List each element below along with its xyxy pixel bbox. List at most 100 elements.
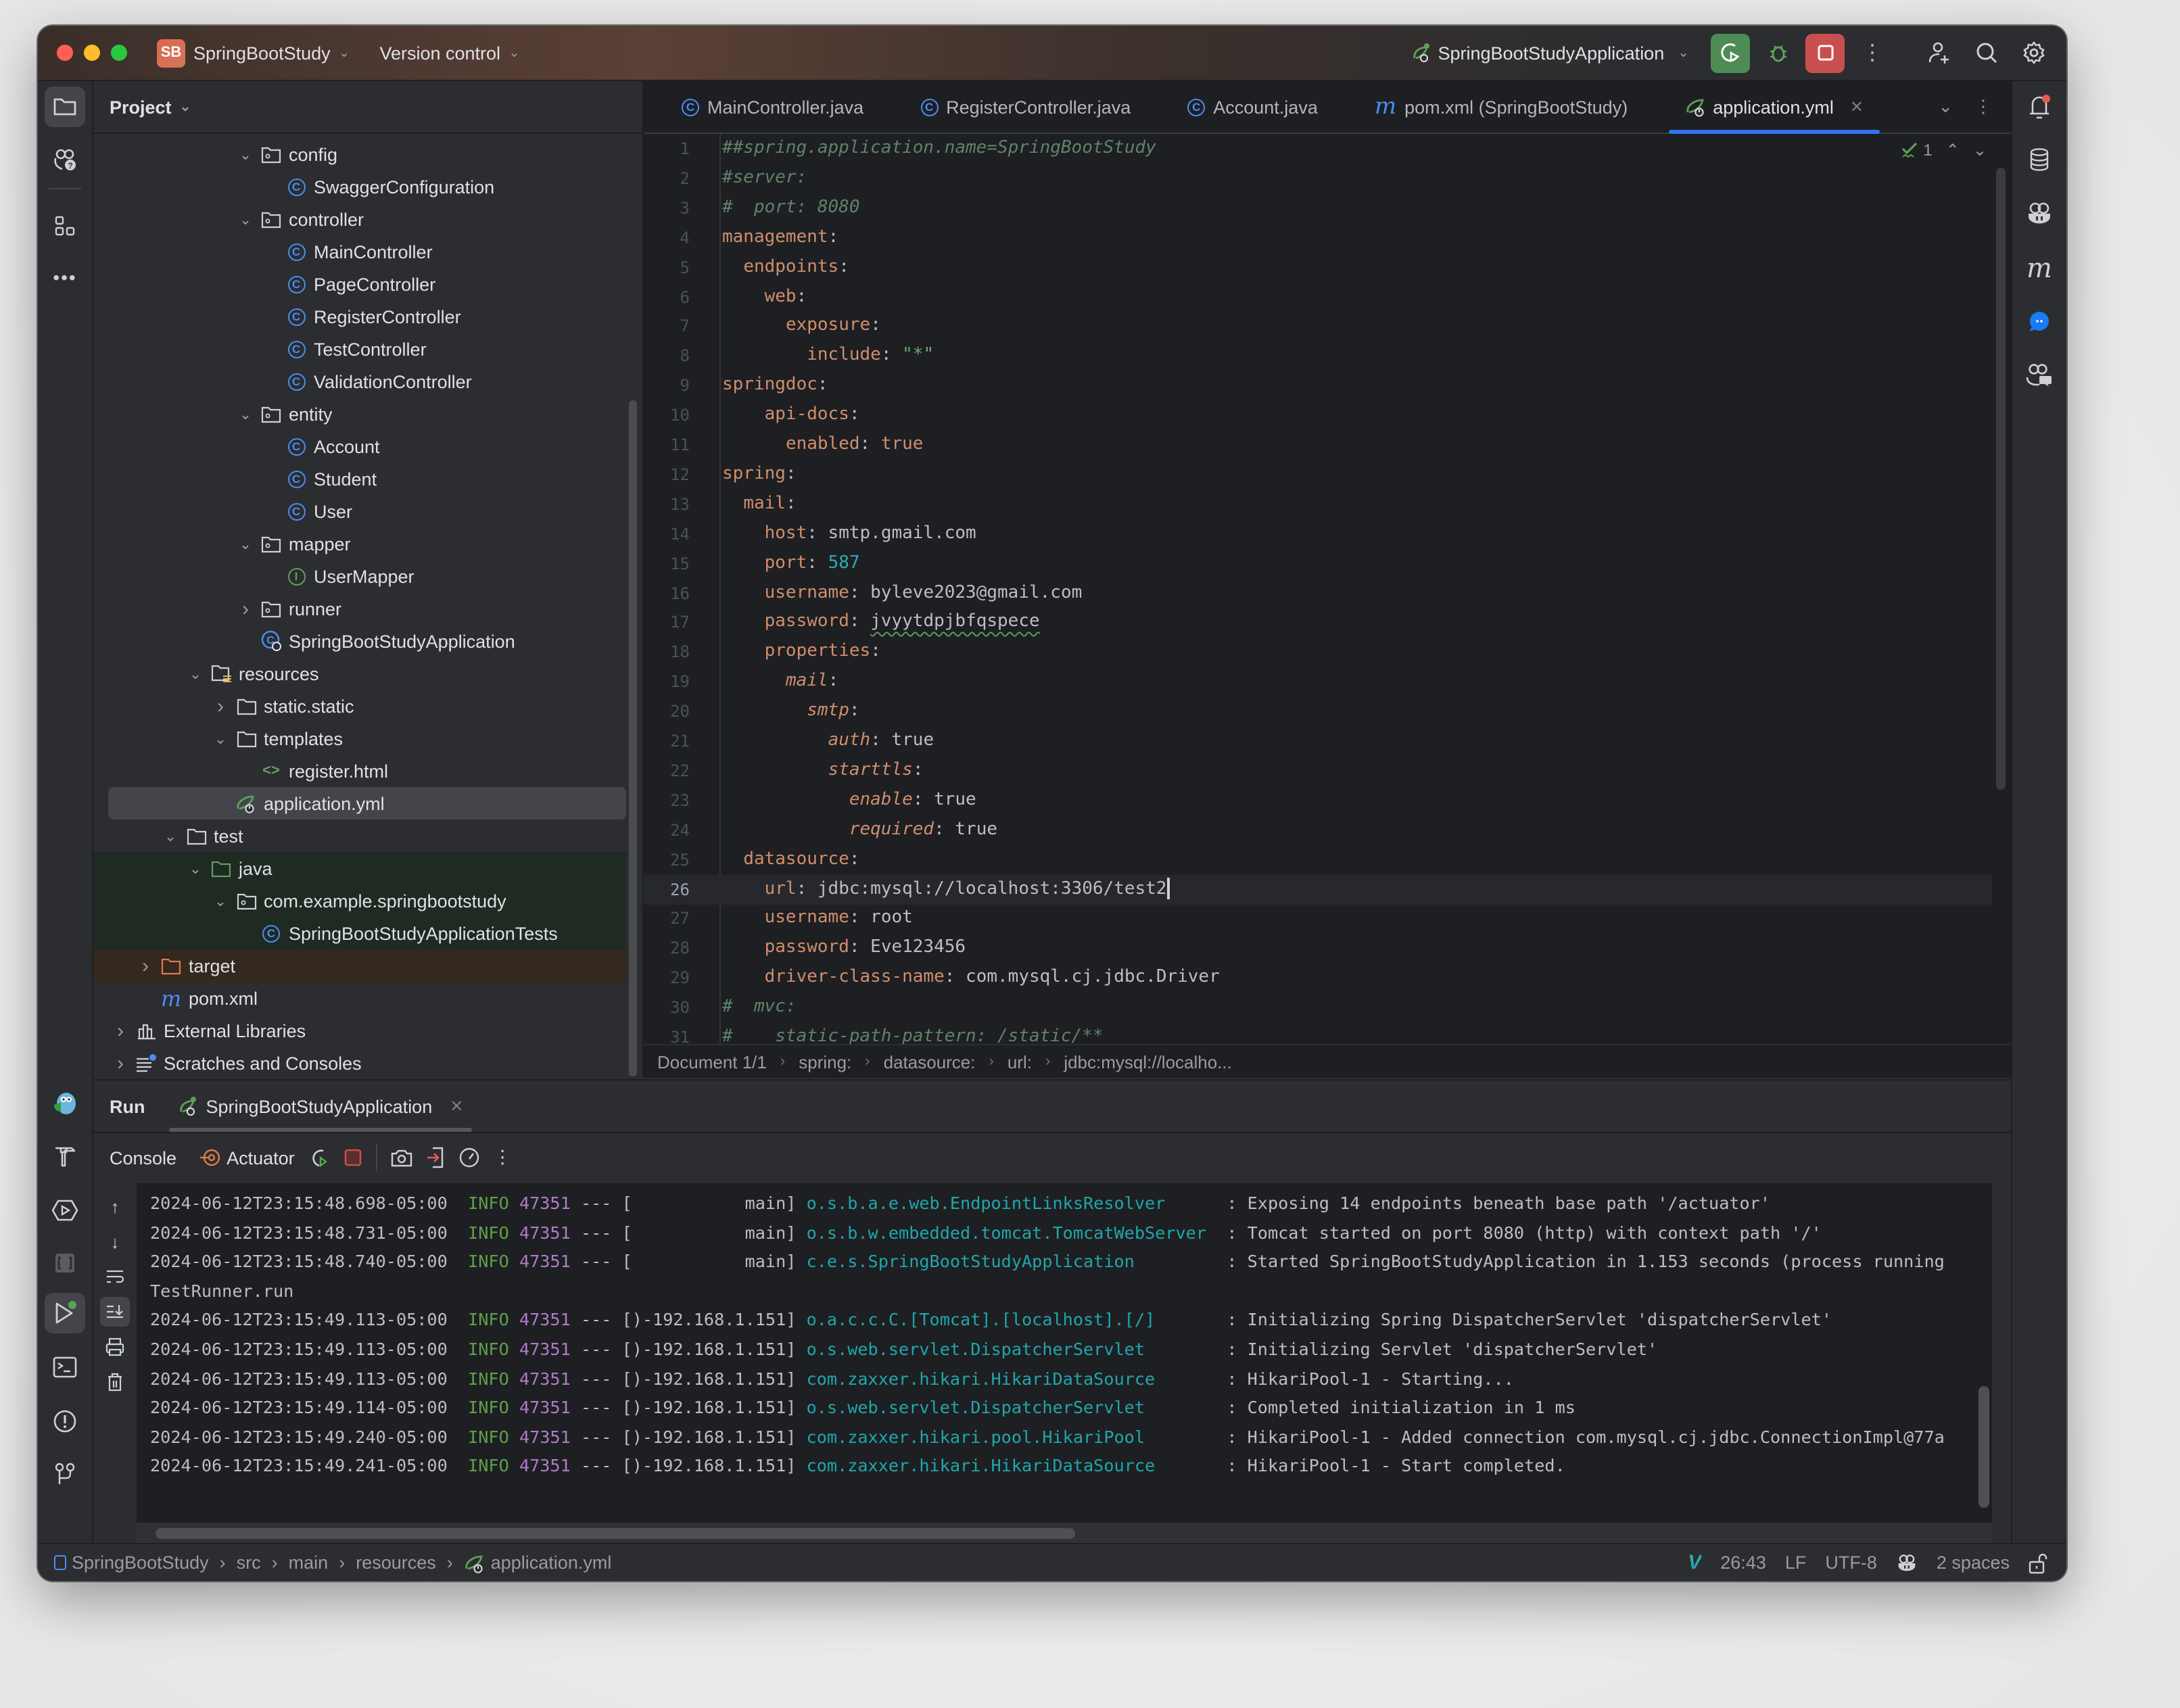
chevron-down-icon[interactable]: ⌄ xyxy=(211,730,230,747)
console-vertical-scrollbar[interactable] xyxy=(1978,1386,1989,1508)
tab-pom-xml-springbootstudy[interactable]: m pom.xml (SpringBootStudy) xyxy=(1358,81,1644,133)
stop-button[interactable] xyxy=(343,1148,362,1167)
path-item[interactable]: application.yml xyxy=(491,1552,612,1573)
code-with-me-button[interactable] xyxy=(1919,33,1958,72)
project-panel-header[interactable]: Project ⌄ xyxy=(93,81,642,134)
project-switcher[interactable]: SpringBootStudy xyxy=(193,43,331,63)
run-tab[interactable]: SpringBootStudyApplication ✕ xyxy=(169,1081,473,1132)
more-actions-button[interactable]: ⋮ xyxy=(1853,33,1892,72)
tree-item[interactable]: ⌄ resources xyxy=(93,657,626,690)
screenshot-button[interactable] xyxy=(391,1148,412,1167)
path-item[interactable]: SpringBootStudy xyxy=(72,1552,209,1573)
minimize-window-button[interactable] xyxy=(84,45,100,61)
chevron-right-icon[interactable]: › xyxy=(111,1019,130,1042)
breadcrumb-item[interactable]: jdbc:mysql://localho... xyxy=(1064,1051,1232,1072)
tree-item[interactable]: <> register.html xyxy=(93,755,626,787)
actuator-tab[interactable]: Actuator xyxy=(198,1147,295,1168)
line-separator[interactable]: LF xyxy=(1785,1552,1807,1573)
tab-application-yml[interactable]: application.yml ✕ xyxy=(1668,81,1880,134)
services-tool-button[interactable] xyxy=(45,1190,85,1231)
tree-item[interactable]: C PageController xyxy=(93,268,626,300)
tree-item[interactable]: › target xyxy=(93,949,626,982)
copilot-button[interactable] xyxy=(2019,193,2060,234)
scroll-up-button[interactable]: ↑ xyxy=(100,1191,130,1221)
tree-item[interactable]: application.yml xyxy=(108,787,626,820)
gopher-plugin-button[interactable] xyxy=(45,1083,85,1124)
tree-item[interactable]: C User xyxy=(93,495,626,527)
tab-account-java[interactable]: C Account.java xyxy=(1171,81,1334,133)
tree-item[interactable]: C ValidationController xyxy=(93,365,626,398)
tree-item[interactable]: ⌄ templates xyxy=(93,722,626,755)
tree-item[interactable]: › runner xyxy=(93,592,626,625)
soft-wrap-button[interactable] xyxy=(100,1262,130,1291)
tree-item[interactable]: C TestController xyxy=(93,333,626,365)
file-encoding[interactable]: UTF-8 xyxy=(1825,1552,1877,1573)
terminal-tool-button[interactable] xyxy=(45,1347,85,1387)
breadcrumb-item[interactable]: datasource: xyxy=(884,1051,976,1072)
run-config-selector[interactable]: SpringBootStudyApplication ⌄ xyxy=(1411,42,1689,64)
more-vertical-icon[interactable]: ⋮ xyxy=(494,1147,512,1168)
console-horizontal-scrollbar[interactable] xyxy=(156,1528,1075,1539)
tree-item[interactable]: C MainController xyxy=(93,235,626,268)
endpoints-tool-button[interactable] xyxy=(45,1243,85,1283)
close-tab-button[interactable]: ✕ xyxy=(1850,97,1864,116)
notifications-button[interactable] xyxy=(2019,87,2060,127)
tree-item[interactable]: C SpringBootStudyApplication xyxy=(93,625,626,657)
tree-item[interactable]: ⌄ com.example.springbootstudy xyxy=(93,884,626,917)
run-tool-button[interactable] xyxy=(45,1293,85,1333)
tree-item[interactable]: ⌄ entity xyxy=(93,398,626,430)
scroll-to-end-button[interactable] xyxy=(100,1297,130,1327)
copilot-chat-button[interactable] xyxy=(2019,354,2060,395)
ai-assistant-help-button[interactable]: ? xyxy=(45,139,85,180)
tree-item[interactable]: C SwaggerConfiguration xyxy=(93,170,626,203)
caret-position[interactable]: 26:43 xyxy=(1720,1552,1766,1573)
tree-item[interactable]: m pom.xml xyxy=(93,982,626,1014)
build-tool-button[interactable] xyxy=(45,1136,85,1177)
tree-item[interactable]: ⌄ controller xyxy=(93,203,626,235)
console-tab[interactable]: Console xyxy=(110,1147,176,1168)
project-tool-button[interactable] xyxy=(45,87,85,127)
chevron-right-icon[interactable]: › xyxy=(236,597,255,620)
maven-tool-button[interactable]: m xyxy=(2019,247,2060,288)
debug-button[interactable] xyxy=(1758,33,1797,72)
scroll-down-button[interactable]: ↓ xyxy=(100,1227,130,1256)
chevron-down-icon[interactable]: ⌄ xyxy=(186,665,205,682)
tab-registercontroller-java[interactable]: C RegisterController.java xyxy=(904,81,1147,133)
chevron-right-icon[interactable]: › xyxy=(111,1051,130,1074)
chevron-down-icon[interactable]: ⌄ xyxy=(211,892,230,909)
close-run-tab-button[interactable]: ✕ xyxy=(450,1097,463,1116)
chevron-right-icon[interactable]: › xyxy=(211,694,230,717)
problems-tool-button[interactable] xyxy=(45,1401,85,1442)
print-button[interactable] xyxy=(100,1332,130,1362)
previous-highlight-button[interactable]: ⌃ xyxy=(1946,141,1960,160)
code-area[interactable]: 1 ##spring.application.name=SpringBootStu… xyxy=(644,134,1992,1047)
database-tool-button[interactable] xyxy=(2019,139,2060,180)
version-control-menu[interactable]: Version control xyxy=(379,43,500,63)
tab-list-button[interactable]: ⌄ xyxy=(1938,96,1953,118)
maximize-window-button[interactable] xyxy=(111,45,127,61)
copilot-status[interactable] xyxy=(1896,1553,1918,1572)
breadcrumb-item[interactable]: spring: xyxy=(799,1051,851,1072)
rerun-button[interactable] xyxy=(1711,33,1750,72)
path-item[interactable]: src xyxy=(237,1552,261,1573)
tree-item[interactable]: ⌄ config xyxy=(93,138,626,170)
tree-item[interactable]: C RegisterController xyxy=(93,300,626,333)
next-highlight-button[interactable]: ⌄ xyxy=(1973,141,1987,160)
project-tree-scrollbar[interactable] xyxy=(629,400,637,1076)
chevron-down-icon[interactable]: ⌄ xyxy=(236,145,255,163)
settings-button[interactable] xyxy=(2014,33,2053,72)
vim-plugin-icon[interactable]: V xyxy=(1688,1551,1701,1574)
chat-plugin-button[interactable] xyxy=(2019,302,2060,342)
tree-item[interactable]: › External Libraries xyxy=(93,1014,626,1047)
tree-item[interactable]: C SpringBootStudyApplicationTests xyxy=(93,917,626,949)
tree-item[interactable]: C Student xyxy=(93,462,626,495)
inspection-status[interactable]: 1 xyxy=(1900,141,1933,160)
profiler-button[interactable] xyxy=(458,1147,480,1168)
more-tools-button[interactable]: ••• xyxy=(45,257,85,298)
tree-item[interactable]: I UserMapper xyxy=(93,560,626,592)
chevron-down-icon[interactable]: ⌄ xyxy=(186,859,205,877)
chevron-down-icon[interactable]: ⌄ xyxy=(236,210,255,228)
search-everywhere-button[interactable] xyxy=(1966,33,2006,72)
rerun-button[interactable] xyxy=(308,1147,330,1168)
breadcrumb-item[interactable]: Document 1/1 xyxy=(657,1051,767,1072)
